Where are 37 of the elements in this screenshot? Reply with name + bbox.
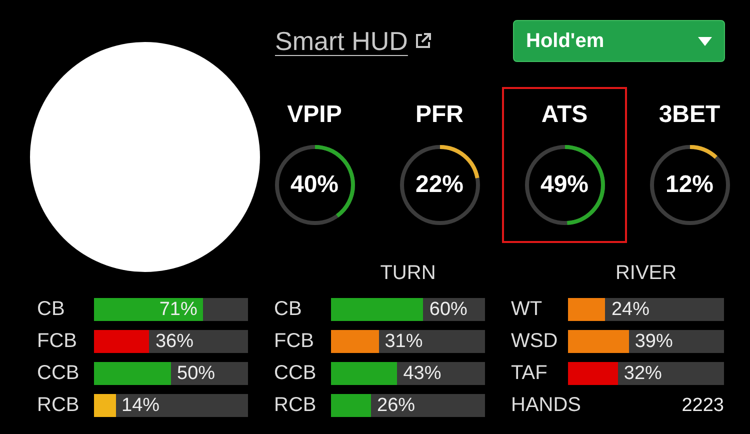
- stat-value: 50%: [176, 362, 216, 384]
- stat-label: WT: [511, 298, 544, 321]
- stat-value: 12%: [664, 170, 715, 200]
- caret-icon: [698, 36, 712, 46]
- stat-value: 60%: [428, 298, 468, 320]
- stat-label: VPIP: [287, 102, 342, 128]
- stat-value: 24%: [610, 298, 650, 320]
- stat-value: 14%: [120, 394, 160, 416]
- stat-value: 71%: [159, 298, 198, 320]
- stat-value: 40%: [289, 170, 340, 200]
- section-title: RIVER: [615, 262, 677, 284]
- stat-value: 31%: [384, 330, 423, 352]
- stat-label: 3BET: [658, 102, 720, 128]
- stat-value: 39%: [634, 330, 673, 352]
- stat-label: CB: [37, 298, 66, 321]
- stat-value: 32%: [622, 362, 662, 384]
- stat-label: HANDS: [511, 394, 582, 417]
- stat-value: 49%: [539, 170, 590, 200]
- stat-label: RCB: [37, 394, 80, 417]
- stat-label: CB: [274, 298, 303, 321]
- section-title: TURN: [380, 262, 436, 284]
- stat-label: FCB: [274, 330, 315, 353]
- stat-label: ATS: [541, 102, 588, 128]
- stat-label: RCB: [274, 394, 318, 417]
- stat-value: 43%: [402, 362, 442, 384]
- stat-label: WSD: [511, 330, 559, 353]
- stat-label: TAF: [511, 362, 548, 385]
- stat-label: CCB: [274, 362, 318, 385]
- stat-label: PFR: [416, 102, 464, 128]
- stat-label: FCB: [37, 330, 78, 353]
- stat-value: 36%: [154, 330, 194, 352]
- stat-value: 22%: [414, 170, 465, 200]
- stat-value: 2223: [680, 394, 724, 416]
- stat-value: 26%: [376, 394, 416, 416]
- smart-hud-link[interactable]: Smart HUD: [275, 26, 461, 56]
- external-link-icon: [414, 32, 432, 50]
- stat-label: CCB: [37, 362, 80, 385]
